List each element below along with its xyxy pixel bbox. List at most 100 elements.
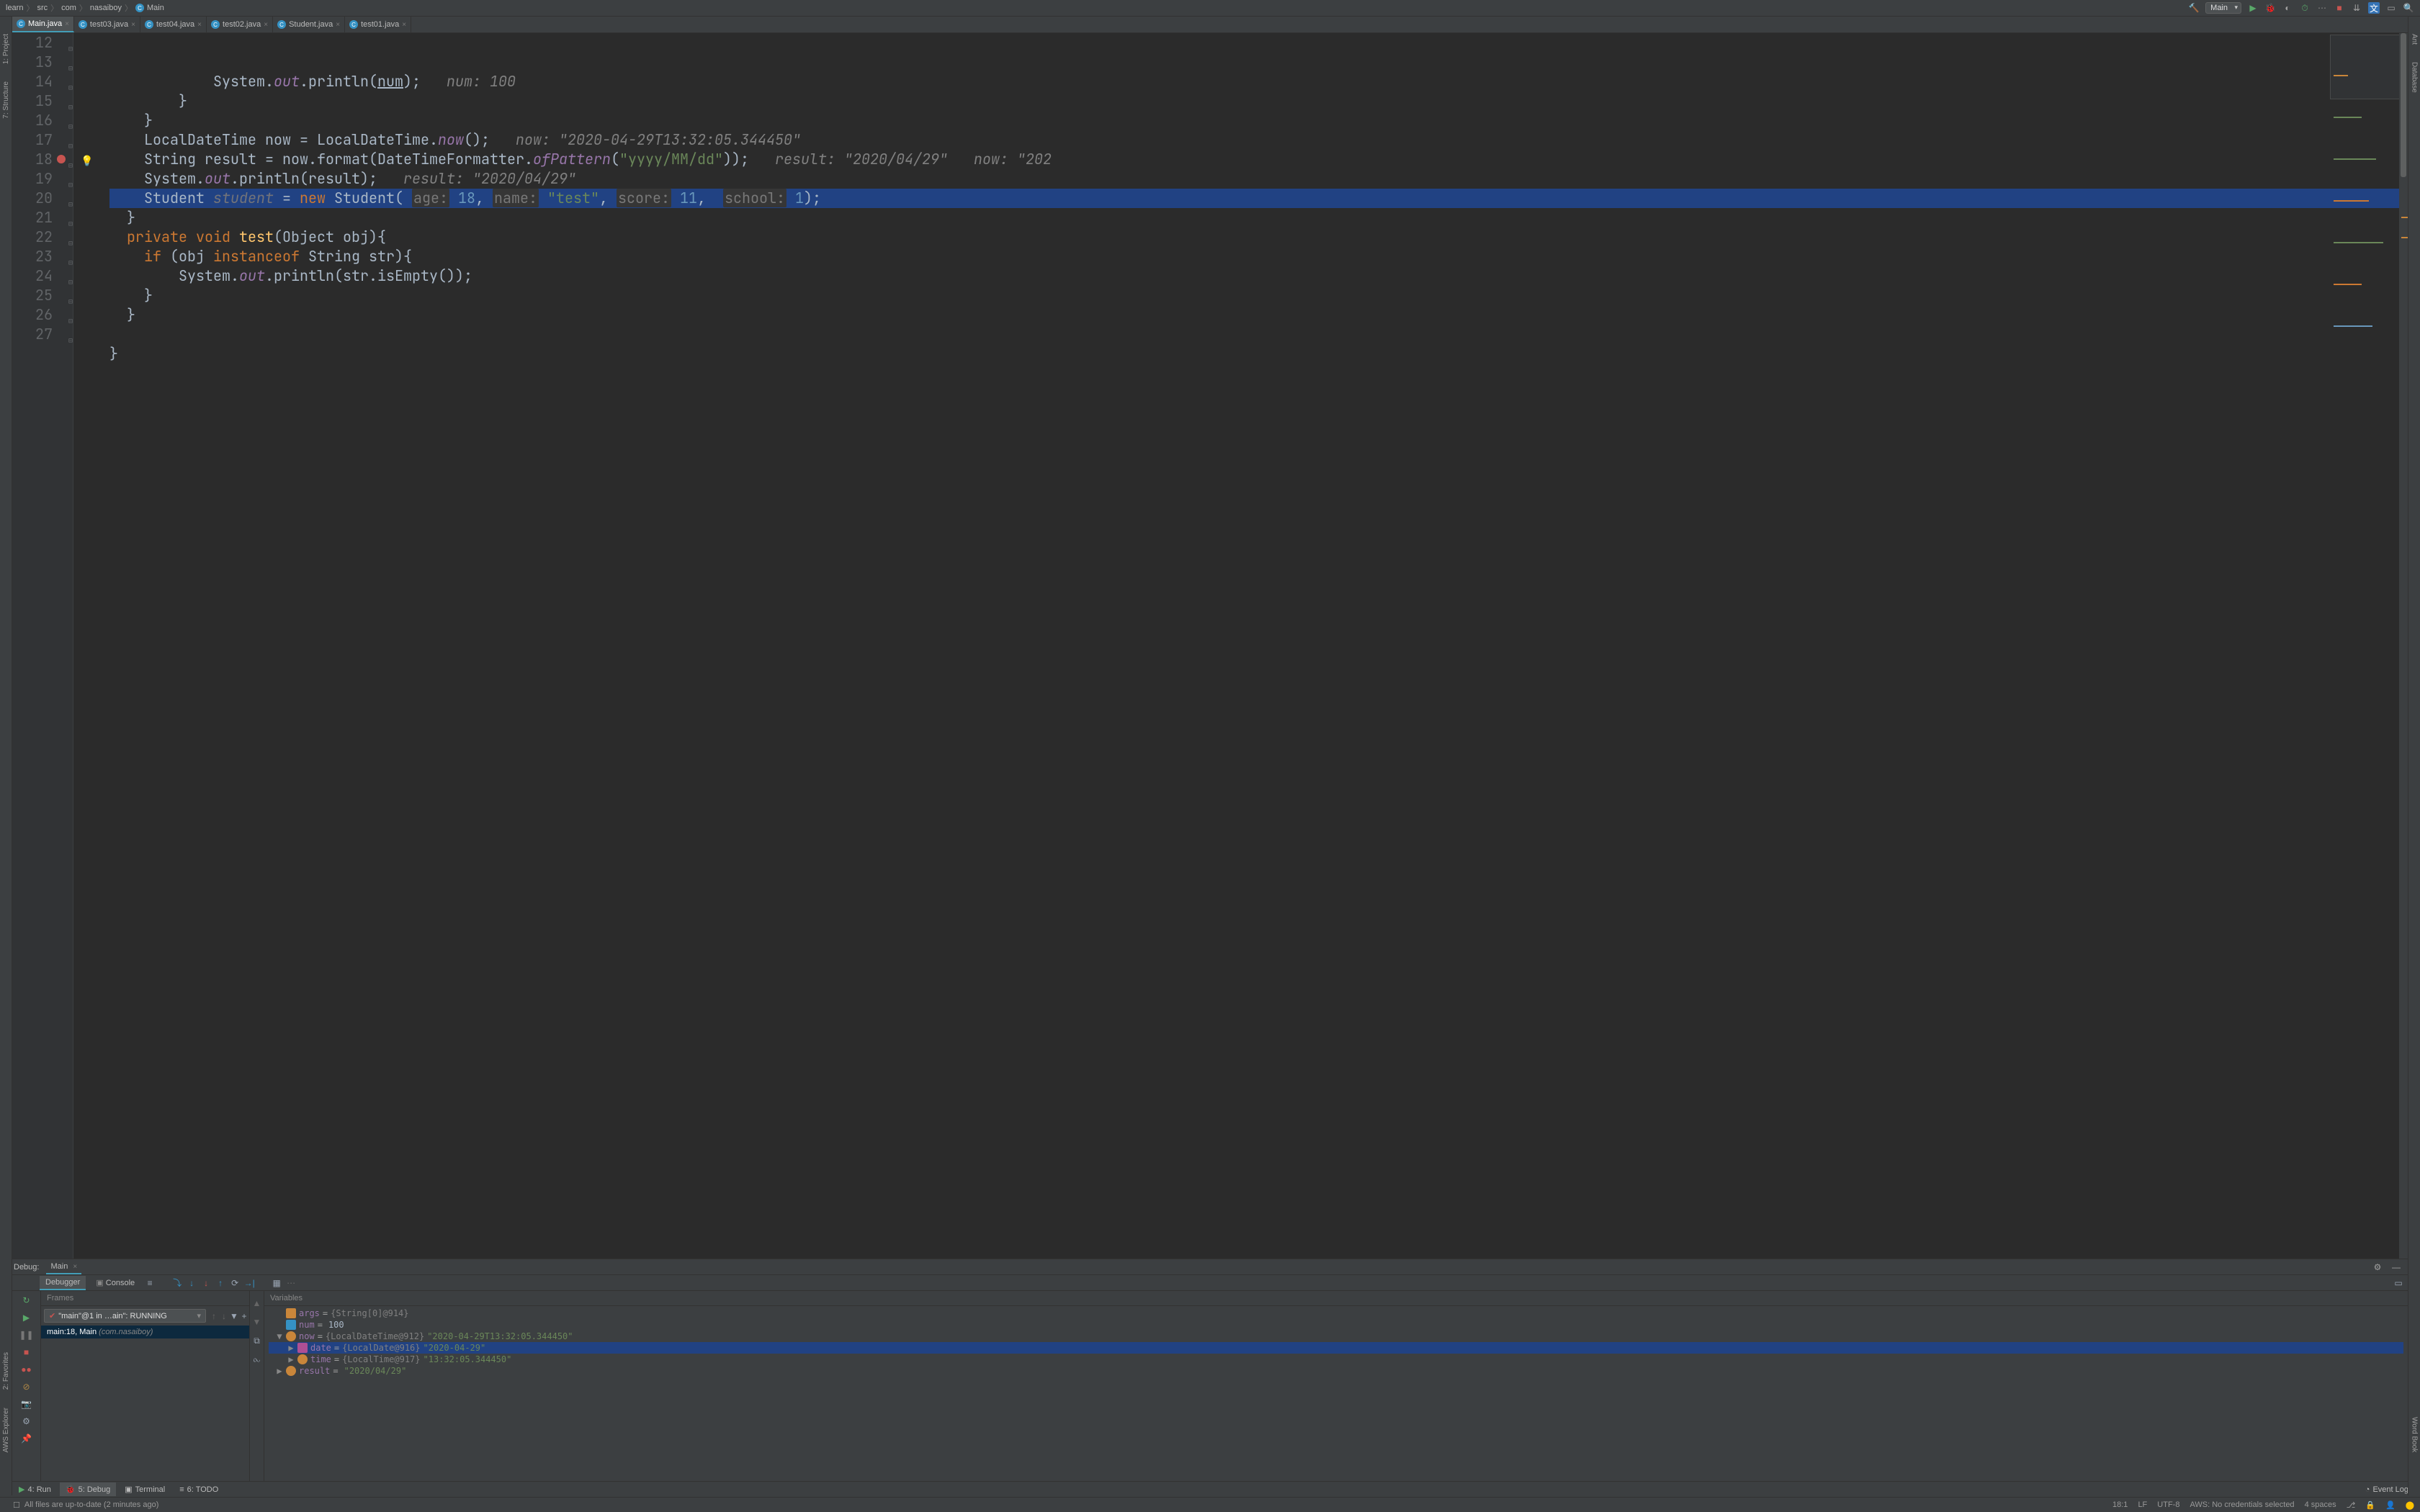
variable-row[interactable]: num = 100 <box>269 1319 2403 1331</box>
step-over-icon[interactable]: ⤵ <box>172 1278 182 1288</box>
fold-icon[interactable]: ⊟ <box>68 136 73 156</box>
down-icon[interactable]: ▼ <box>252 1317 262 1327</box>
trace-icon[interactable]: ⋯ <box>286 1278 296 1288</box>
pause-icon[interactable]: ❚❚ <box>22 1330 32 1340</box>
ide-fatal-icon[interactable]: ⬤ <box>2406 1500 2414 1510</box>
file-tab-test01[interactable]: C test01.java × <box>345 17 411 32</box>
coverage-icon[interactable]: ◐ <box>2282 2 2293 14</box>
run-config-select[interactable]: Main <box>2205 2 2241 14</box>
debug-icon[interactable]: 🐞 <box>2264 2 2276 14</box>
variable-row[interactable]: ▶ date = {LocalDate@916} "2020-04-29" <box>269 1342 2403 1354</box>
threads-icon[interactable]: ≡ <box>145 1278 155 1288</box>
file-tab-main[interactable]: C Main.java × <box>12 17 74 32</box>
fold-icon[interactable]: ⊟ <box>68 78 73 97</box>
code-line[interactable]: } <box>109 305 2408 325</box>
evaluate-icon[interactable]: ▦ <box>272 1278 282 1288</box>
mute-bp-icon[interactable]: ⊘ <box>22 1382 32 1392</box>
git-icon[interactable]: ⇊ <box>2351 2 2362 14</box>
debug-tool-tab[interactable]: 🐞 5: Debug <box>60 1482 116 1496</box>
close-icon[interactable]: × <box>65 20 69 28</box>
close-icon[interactable]: × <box>264 21 268 29</box>
code-line[interactable]: String result = now.format(DateTimeForma… <box>109 150 2408 169</box>
prev-frame-icon[interactable]: ↑ <box>209 1311 219 1321</box>
stop-icon[interactable]: ■ <box>22 1347 32 1357</box>
code-line[interactable] <box>109 364 2408 383</box>
minimize-icon[interactable]: — <box>2390 1261 2402 1273</box>
close-icon[interactable]: × <box>197 21 202 29</box>
variable-row[interactable]: ▶ result = "2020/04/29" <box>269 1365 2403 1377</box>
console-tab[interactable]: ▣ Console <box>90 1276 140 1290</box>
fold-icon[interactable]: ⊟ <box>68 97 73 117</box>
wordbook-tool[interactable]: Word Book <box>2410 1414 2419 1455</box>
expand-icon[interactable]: ▶ <box>287 1354 295 1364</box>
code-line[interactable]: } <box>109 344 2408 364</box>
fold-icon[interactable]: ⊟ <box>68 272 73 292</box>
file-tab-test03[interactable]: C test03.java × <box>74 17 140 32</box>
force-step-into-icon[interactable]: ↓ <box>201 1278 211 1288</box>
search-icon[interactable]: 🔍 <box>2403 2 2414 14</box>
crumb-nasaiboy[interactable]: nasaiboy <box>90 4 122 12</box>
structure-tool[interactable]: 7: Structure <box>1 78 11 122</box>
code-line[interactable] <box>109 325 2408 344</box>
code-line[interactable]: if (obj instanceof String str){ <box>109 247 2408 266</box>
step-out-icon[interactable]: ↑ <box>215 1278 225 1288</box>
scrollbar-thumb[interactable] <box>2401 33 2406 177</box>
variable-row[interactable]: ▶ time = {LocalTime@917} "13:32:05.34445… <box>269 1354 2403 1365</box>
fold-icon[interactable]: ⊟ <box>68 292 73 311</box>
ide-icon[interactable]: ▭ <box>2385 2 2397 14</box>
close-icon[interactable]: × <box>402 21 406 29</box>
encoding[interactable]: UTF-8 <box>2157 1500 2179 1509</box>
code-line[interactable]: } <box>109 91 2408 111</box>
fold-icon[interactable]: ⊟ <box>68 117 73 136</box>
code-line[interactable]: } <box>109 111 2408 130</box>
line-ending[interactable]: LF <box>2138 1500 2147 1509</box>
pin-icon[interactable]: 📌 <box>22 1434 32 1444</box>
ant-tool[interactable]: Ant <box>2410 31 2419 48</box>
indent-status[interactable]: 4 spaces <box>2305 1500 2336 1509</box>
code-line[interactable]: Student student = new Student( age: 18, … <box>109 189 2408 208</box>
fold-icon[interactable]: ⊟ <box>68 253 73 272</box>
inspector-icon[interactable]: 👤 <box>2385 1500 2396 1510</box>
next-frame-icon[interactable]: ↓ <box>219 1311 229 1321</box>
debug-config-tab[interactable]: Main × <box>46 1260 81 1274</box>
minimap[interactable] <box>2330 35 2402 99</box>
code-line[interactable]: System.out.println(num); num: 100 <box>109 72 2408 91</box>
terminal-tool-tab[interactable]: ▣ Terminal <box>119 1482 171 1496</box>
fold-icon[interactable]: ⊟ <box>68 175 73 194</box>
dump-icon[interactable]: 📷 <box>22 1399 32 1409</box>
variable-row[interactable]: args = {String[0]@914} <box>269 1308 2403 1319</box>
filter-icon[interactable]: ▼ <box>229 1311 239 1321</box>
project-tool[interactable]: 1: Project <box>1 31 11 67</box>
rerun-icon[interactable]: ↻ <box>22 1295 32 1305</box>
resume-icon[interactable]: ▶ <box>22 1313 32 1323</box>
code-line[interactable]: System.out.println(str.isEmpty()); <box>109 266 2408 286</box>
editor-scrollbar[interactable] <box>2399 33 2408 1259</box>
up-icon[interactable]: ▲ <box>252 1298 262 1308</box>
frame-row[interactable]: main:18, Main (com.nasaiboy) <box>41 1326 249 1338</box>
code-line[interactable]: private void test(Object obj){ <box>109 228 2408 247</box>
favorites-tool[interactable]: 2: Favorites <box>1 1349 11 1392</box>
breakpoints-icon[interactable]: ●● <box>22 1364 32 1374</box>
event-log-tab[interactable]: ◔ Event Log <box>2360 1483 2414 1496</box>
expand-icon[interactable]: ▶ <box>287 1343 295 1353</box>
expand-icon[interactable]: ▶ <box>276 1366 283 1376</box>
fold-icon[interactable]: ⊟ <box>68 39 73 58</box>
breakpoint-icon[interactable] <box>57 155 66 163</box>
expand-icon[interactable]: ▼ <box>276 1331 283 1341</box>
code-area[interactable]: System.out.println(num); num: 100 } } Lo… <box>73 33 2408 1259</box>
todo-tool-tab[interactable]: ≡ 6: TODO <box>174 1483 224 1496</box>
layout-icon[interactable]: ▭ <box>2393 1278 2403 1288</box>
crumb-main[interactable]: Main <box>147 4 164 12</box>
run-icon[interactable]: ▶ <box>2247 2 2259 14</box>
add-icon[interactable]: + <box>239 1311 249 1321</box>
attach-icon[interactable]: ⋯ <box>2316 2 2328 14</box>
run-to-cursor-icon[interactable]: →| <box>244 1278 254 1288</box>
lock-icon[interactable]: 🔒 <box>2365 1500 2375 1510</box>
file-tab-test04[interactable]: C test04.java × <box>140 17 207 32</box>
file-tab-student[interactable]: C Student.java × <box>273 17 345 32</box>
git-icon[interactable]: ⎇ <box>2347 1500 2356 1510</box>
crumb-learn[interactable]: learn <box>6 4 23 12</box>
run-tool-tab[interactable]: ▶ 4: Run <box>13 1482 57 1496</box>
fold-icon[interactable]: ⊟ <box>68 233 73 253</box>
fold-icon[interactable]: ⊟ <box>68 194 73 214</box>
